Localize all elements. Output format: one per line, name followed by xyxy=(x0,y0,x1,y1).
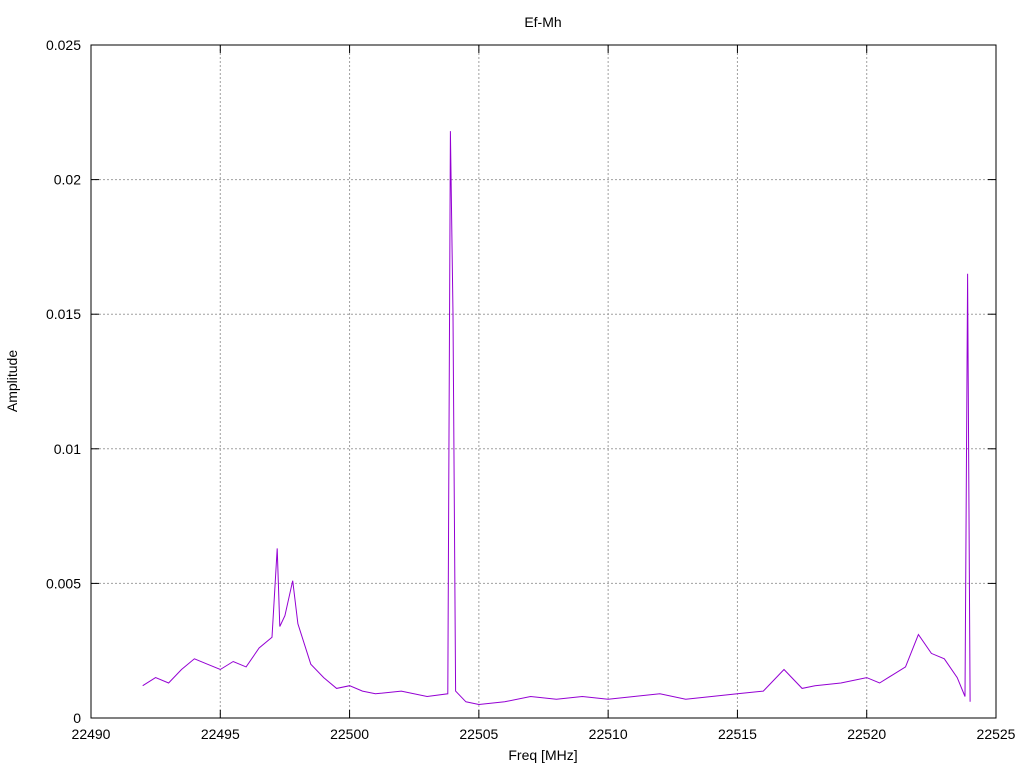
x-tick-label: 22505 xyxy=(459,726,498,742)
y-tick-label: 0 xyxy=(73,710,81,726)
line-chart: 22490 22495 22500 22505 22510 22515 22520 22525… xyxy=(0,0,1024,768)
x-tick-label: 22495 xyxy=(201,726,240,742)
y-tick-label: 0.01 xyxy=(54,441,81,457)
x-tick-label: 22525 xyxy=(977,726,1016,742)
x-tick-label: 22520 xyxy=(847,726,886,742)
x-tick-label: 22510 xyxy=(589,726,628,742)
y-tick-label: 0.005 xyxy=(46,575,81,591)
y-tick-label: 0.02 xyxy=(54,172,81,188)
y-axis-label: Amplitude xyxy=(4,350,20,412)
chart-background xyxy=(0,0,1024,768)
x-tick-label: 22490 xyxy=(72,726,111,742)
x-tick-label: 22515 xyxy=(718,726,757,742)
y-tick-label: 0.015 xyxy=(46,306,81,322)
chart-title: Ef-Mh xyxy=(524,14,561,30)
x-tick-label: 22500 xyxy=(330,726,369,742)
y-tick-label: 0.025 xyxy=(46,37,81,53)
x-axis-label: Freq [MHz] xyxy=(508,747,577,763)
chart-container: 22490 22495 22500 22505 22510 22515 22520 22525… xyxy=(0,0,1024,768)
